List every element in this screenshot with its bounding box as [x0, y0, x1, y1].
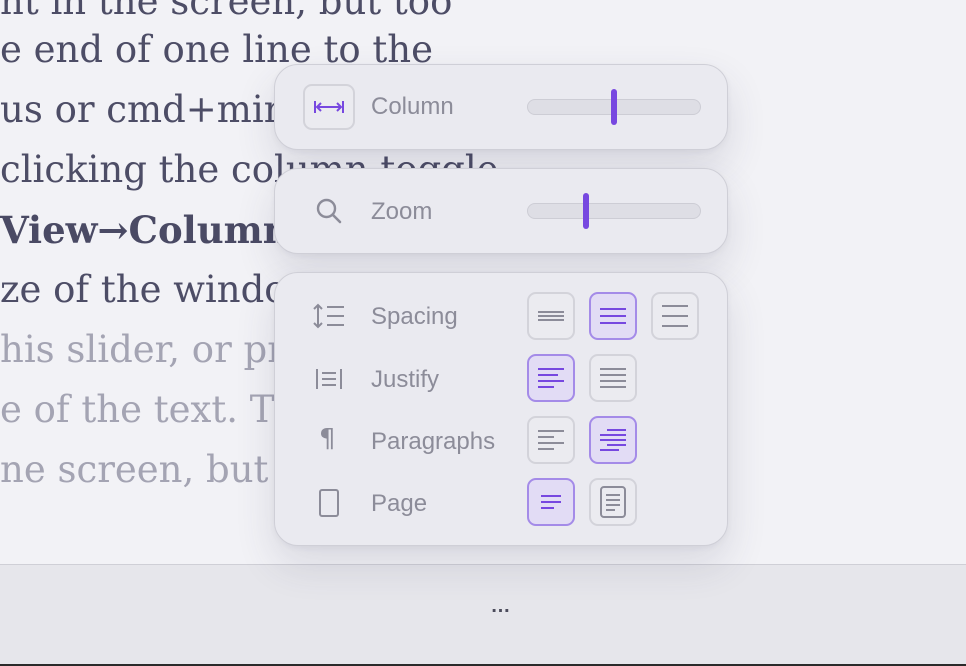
spacing-loose-icon — [662, 305, 688, 327]
document-line: View→Column. — [0, 210, 303, 251]
page-off-button[interactable] — [527, 478, 575, 526]
column-width-icon — [314, 101, 344, 113]
spacing-label: Spacing — [371, 303, 458, 330]
align-justify-icon — [600, 368, 626, 388]
justify-left-button[interactable] — [527, 354, 575, 402]
page-icon — [319, 489, 339, 517]
justify-full-button[interactable] — [589, 354, 637, 402]
search-icon — [316, 198, 342, 224]
justify-label: Justify — [371, 366, 440, 393]
column-slider-thumb[interactable] — [611, 89, 617, 125]
pilcrow-icon: ¶ — [319, 424, 336, 454]
page-off-icon — [541, 495, 561, 509]
document-line: his slider, or pr — [0, 328, 285, 371]
page-label: Page — [371, 490, 428, 517]
paragraph-spacing-button[interactable] — [527, 416, 575, 464]
document-line-bold: View→Column. — [0, 208, 303, 252]
justify-icon — [316, 369, 342, 389]
spacing-loose-button[interactable] — [651, 292, 699, 340]
paragraph-spacing-icon — [538, 430, 564, 450]
spacing-normal-icon — [600, 308, 626, 324]
paragraphs-label: Paragraphs — [371, 428, 496, 455]
document-line: ne screen, but to — [0, 448, 318, 491]
zoom-slider-thumb[interactable] — [583, 193, 590, 229]
spacing-tight-button[interactable] — [527, 292, 575, 340]
page-with-text-icon — [600, 486, 626, 518]
document-line: us or cmd+min — [0, 88, 288, 131]
document-line: ze of the windo — [0, 268, 287, 311]
zoom-setting-panel: Zoom — [274, 168, 728, 254]
document-line: nt in the screen, but too — [0, 0, 453, 23]
column-setting-panel: Column — [274, 64, 728, 150]
spacing-tight-icon — [538, 311, 564, 321]
zoom-label: Zoom — [371, 198, 433, 225]
bottom-toolbar — [0, 564, 966, 666]
format-settings-panel: Spacing Justify ¶ Paragraphs Page — [274, 272, 728, 546]
zoom-slider[interactable] — [527, 203, 701, 219]
paragraph-indent-icon — [600, 429, 626, 451]
column-toggle-button[interactable] — [303, 84, 355, 130]
page-on-button[interactable] — [589, 478, 637, 526]
paragraph-indent-button[interactable] — [589, 416, 637, 464]
column-label: Column — [371, 93, 454, 120]
spacing-normal-button[interactable] — [589, 292, 637, 340]
line-spacing-icon — [313, 303, 344, 329]
document-line: e of the text. Th — [0, 388, 299, 431]
align-left-icon — [538, 368, 564, 388]
more-options-button[interactable]: … — [488, 596, 514, 616]
